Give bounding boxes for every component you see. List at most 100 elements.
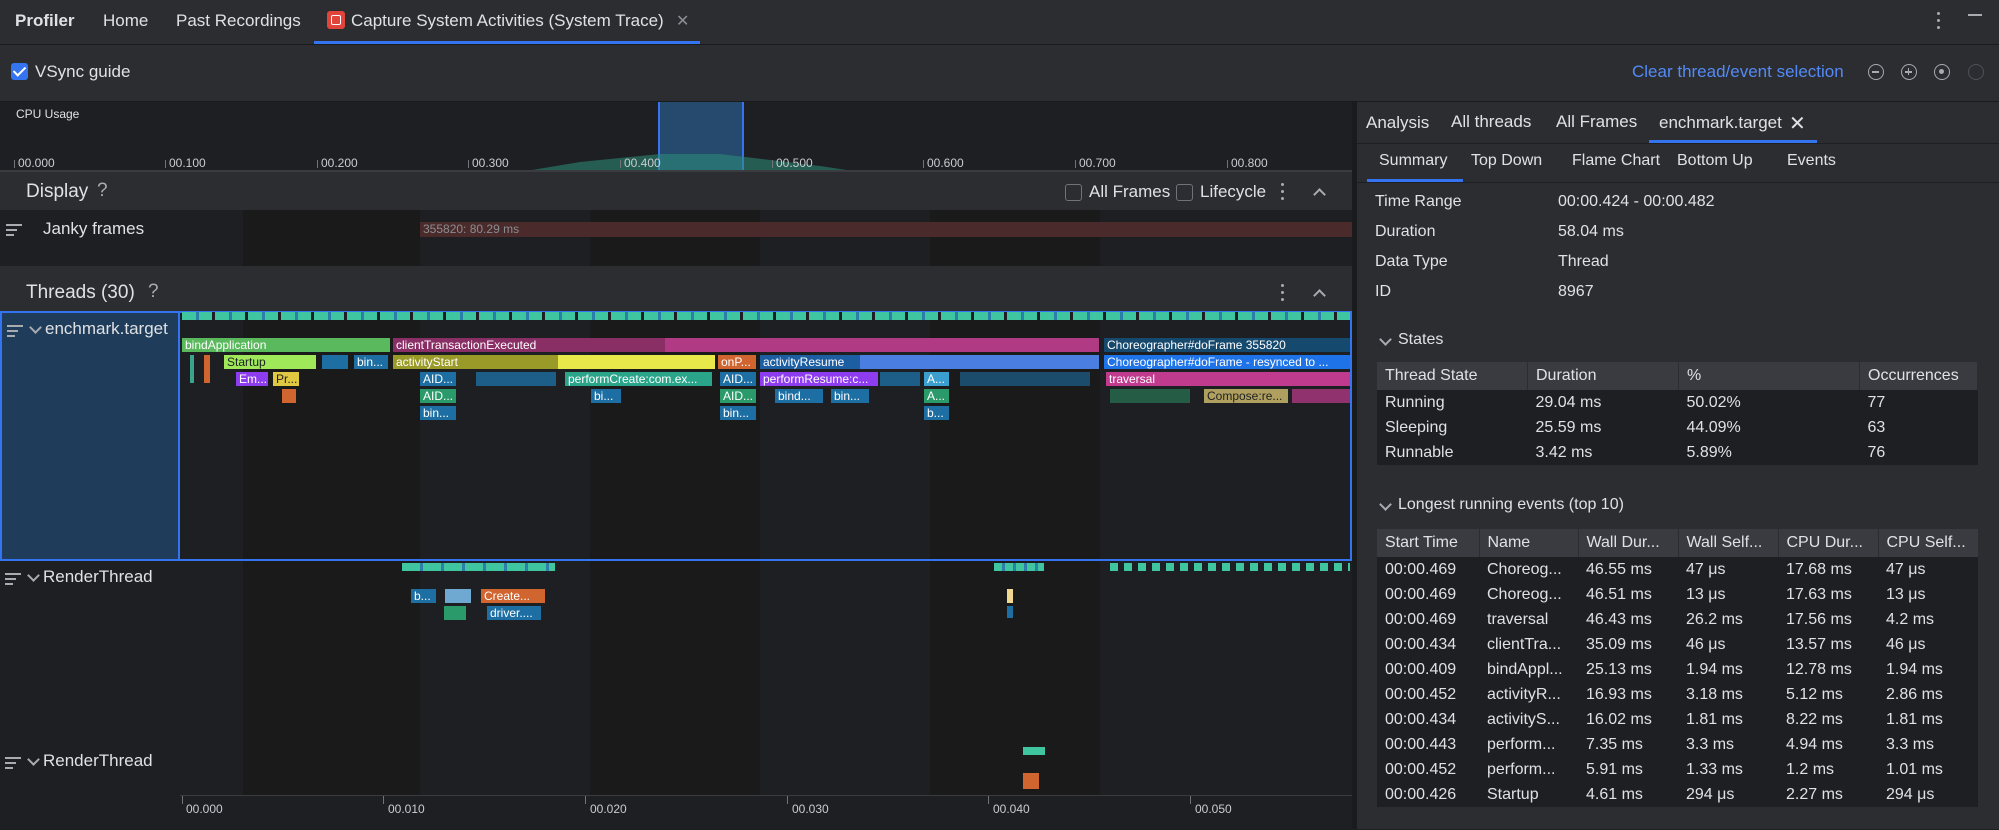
event-b[interactable]: b... [411,589,436,603]
subtab-summary[interactable]: Summary [1379,152,1447,170]
event-bind[interactable]: bind... [775,389,823,403]
minimize-icon[interactable] [1968,14,1982,16]
table-row[interactable]: 00:00.452 activityR... 16.93 ms 3.18 ms 5.12… [1377,682,1978,707]
track-menu-icon[interactable] [7,325,23,337]
column-header[interactable]: Occurrences [1859,362,1978,390]
tab-past-recordings[interactable]: Past Recordings [176,11,301,31]
table-row[interactable]: 00:00.443 perform... 7.35 ms 3.3 ms 4.94 ms 3… [1377,732,1978,757]
column-header[interactable]: Duration [1527,362,1679,390]
cpu-usage-track[interactable]: CPU Usage 00.000 00.100 00.200 00.300 00… [0,102,1352,172]
tab-thread-target[interactable]: enchmark.target [1659,113,1782,133]
event-client-transaction-cont[interactable] [665,338,1099,352]
event-activity-start[interactable]: activityStart [393,355,558,369]
collapse-threads-icon[interactable] [1313,289,1326,302]
table-row[interactable]: 00:00.434 activityS... 16.02 ms 1.81 ms 8.22… [1377,707,1978,732]
table-row[interactable]: 00:00.469 traversal 46.43 ms 26.2 ms 17.56 m… [1377,607,1978,632]
tab-all-frames[interactable]: All Frames [1556,112,1637,132]
tab-all-threads[interactable]: All threads [1451,112,1531,132]
event-a[interactable]: A... [924,389,949,403]
event-driver[interactable]: driver.... [487,606,541,620]
track-menu-icon[interactable] [5,573,21,585]
event-choreographer[interactable]: Choreographer#doFrame 355820 [1104,338,1350,352]
event-client-transaction[interactable]: clientTransactionExecuted [393,338,665,352]
event-bin[interactable]: bin... [720,406,756,420]
event-b[interactable]: b... [924,406,949,420]
help-icon[interactable]: ? [97,180,108,202]
track-menu-icon[interactable] [5,757,21,769]
close-tab-icon[interactable]: ✕ [1789,111,1806,136]
event-onp[interactable]: onP... [718,355,756,369]
column-header[interactable]: Wall Dur... [1578,529,1679,557]
vsync-checkbox[interactable] [11,63,28,80]
table-row[interactable]: Sleeping 25.59 ms 44.09% 63 [1377,415,1978,440]
subtab-bottom-up[interactable]: Bottom Up [1677,152,1753,170]
table-row[interactable]: Running 29.04 ms 50.02% 77 [1377,390,1978,415]
collapse-longest-icon[interactable] [1379,498,1392,511]
help-icon[interactable]: ? [148,281,159,303]
expand-thread-icon[interactable] [29,321,42,334]
table-row[interactable]: 00:00.426 Startup 4.61 ms 294 μs 2.27 ms 294 … [1377,782,1978,807]
cell: 00:00.409 [1377,657,1479,682]
event-aid[interactable]: AID... [720,372,756,386]
zoom-out-icon[interactable] [1868,64,1884,80]
event-bin[interactable]: bin... [420,406,456,420]
column-header[interactable]: Thread State [1377,362,1528,390]
table-row[interactable]: 00:00.469 Choreog... 46.55 ms 47 μs 17.68 ms… [1377,557,1978,582]
event-startup[interactable]: Startup [224,355,316,369]
lifecycle-checkbox[interactable] [1176,184,1193,201]
collapse-display-icon[interactable] [1313,188,1326,201]
event-aid[interactable]: AID... [420,389,456,403]
event-create[interactable]: Create... [481,589,545,603]
thread-row-main[interactable]: enchmark.target [0,311,180,561]
event-traversal[interactable]: traversal [1106,372,1350,386]
event-choreographer-resync[interactable]: Choreographer#doFrame - resynced to ... [1104,355,1350,369]
tab-capture-system-trace[interactable]: Capture System Activities (System Trace) [351,11,664,31]
expand-thread-icon[interactable] [27,569,40,582]
event-pr[interactable]: Pr... [273,372,299,386]
column-header[interactable]: CPU Dur... [1778,529,1879,557]
event-bi[interactable]: bi... [591,389,621,403]
column-header[interactable]: % [1678,362,1860,390]
tab-home[interactable]: Home [103,11,148,31]
event-bin[interactable]: bin... [831,389,869,403]
thread-row-renderthread[interactable]: RenderThread [0,561,180,745]
event-bind-application[interactable]: bindApplication [182,338,390,352]
longest-events-table: Start Time Name Wall Dur... Wall Self...… [1377,529,1979,807]
table-row[interactable]: 00:00.434 clientTra... 35.09 ms 46 μs 13.57 … [1377,632,1978,657]
thread-row-renderthread-2[interactable]: RenderThread [0,745,180,801]
table-row[interactable]: 00:00.469 Choreog... 46.51 ms 13 μs 17.63 ms… [1377,582,1978,607]
all-frames-checkbox[interactable] [1065,184,1082,201]
reset-zoom-icon[interactable] [1934,64,1950,80]
event-aid[interactable]: AID... [420,372,456,386]
table-row[interactable]: 00:00.409 bindAppl... 25.13 ms 1.94 ms 12.78… [1377,657,1978,682]
subtab-top-down[interactable]: Top Down [1471,152,1542,170]
event-a[interactable]: A... [924,372,949,386]
event-perform-resume[interactable]: performResume:c... [760,372,878,386]
table-row[interactable]: Runnable 3.42 ms 5.89% 76 [1377,440,1978,465]
tab-analysis[interactable]: Analysis [1366,113,1429,133]
track-menu-icon[interactable] [6,224,22,236]
zoom-to-selection-icon[interactable] [1968,64,1984,80]
event-aid[interactable]: AID... [720,389,756,403]
close-tab-icon[interactable]: ✕ [676,11,689,31]
janky-frames-track[interactable]: Janky frames 355820: 80.29 ms [0,210,1352,266]
subtab-events[interactable]: Events [1787,152,1836,170]
event-activity-start-cont[interactable] [558,355,715,369]
subtab-flame-chart[interactable]: Flame Chart [1572,152,1660,170]
janky-frame-event[interactable]: 355820: 80.29 ms [420,222,1352,237]
collapse-states-icon[interactable] [1379,333,1392,346]
event-bin[interactable]: bin... [354,355,388,369]
event-compose[interactable]: Compose:re... [1204,389,1288,403]
zoom-in-icon[interactable] [1901,64,1917,80]
column-header[interactable]: Wall Self... [1678,529,1779,557]
event-activity-resume-cont[interactable] [860,355,1099,369]
expand-thread-icon[interactable] [27,753,40,766]
table-row[interactable]: 00:00.452 perform... 5.91 ms 1.33 ms 1.2 ms 1… [1377,757,1978,782]
column-header[interactable]: Name [1479,529,1579,557]
clear-selection-link[interactable]: Clear thread/event selection [1632,62,1844,82]
column-header[interactable]: Start Time [1377,529,1480,557]
event-em[interactable]: Em... [236,372,268,386]
event-perform-create[interactable]: performCreate:com.ex... [565,372,712,386]
event-activity-resume[interactable]: activityResume [760,355,860,369]
column-header[interactable]: CPU Self... [1878,529,1979,557]
